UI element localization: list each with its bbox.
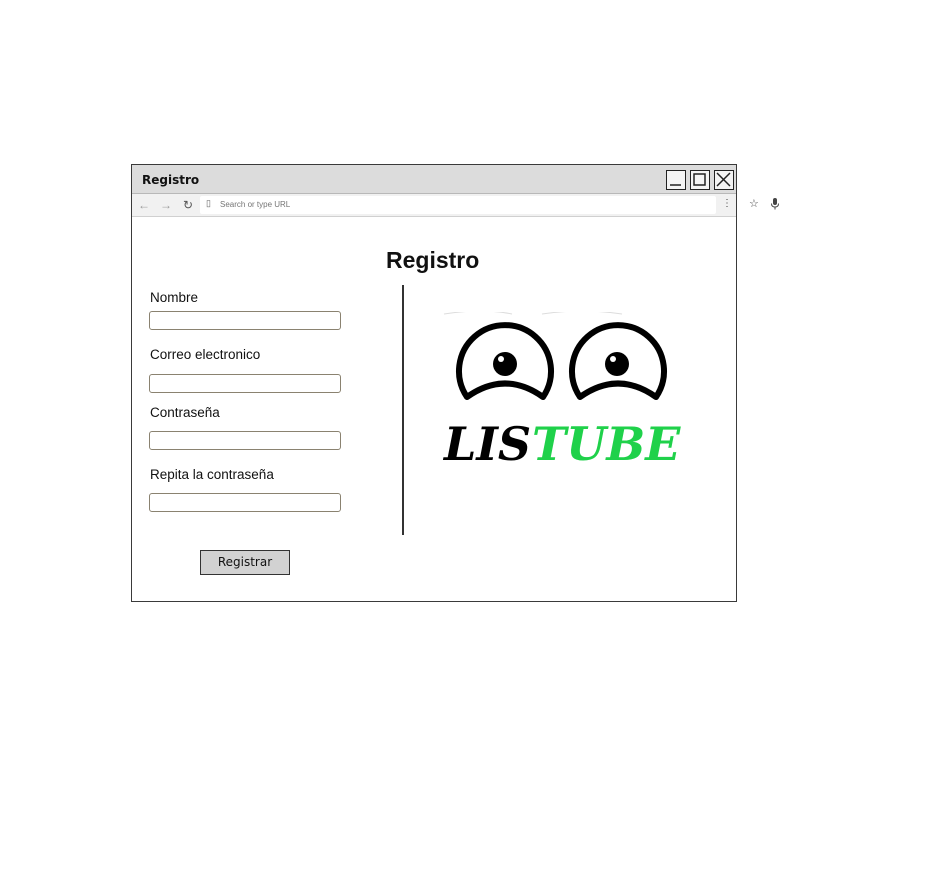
- microphone-icon[interactable]: [770, 197, 780, 216]
- minimize-icon: [670, 184, 681, 186]
- page-title: Registro: [386, 247, 480, 273]
- email-label: Correo electronico: [150, 347, 261, 362]
- logo-text-tube: TUBE: [532, 417, 681, 471]
- maximize-button[interactable]: [690, 170, 710, 190]
- register-button[interactable]: Registrar: [200, 550, 290, 575]
- arrow-left-icon[interactable]: ←: [136, 197, 152, 213]
- url-field: ▯ ☆: [200, 196, 779, 214]
- name-input[interactable]: [149, 311, 341, 330]
- browser-window: Registro ← → ↻ ▯ ☆ ⋮ Registro Nombre Cor…: [131, 164, 779, 602]
- listube-logo: LIS TUBE: [442, 312, 681, 471]
- page-content: Registro Nombre Correo electronico Contr…: [132, 217, 736, 601]
- minimize-button[interactable]: [666, 170, 686, 190]
- name-label: Nombre: [150, 290, 199, 305]
- reload-icon[interactable]: ↻: [180, 197, 196, 213]
- address-bar: ← → ↻ ▯ ☆ ⋮: [132, 194, 779, 217]
- url-input[interactable]: [220, 197, 660, 212]
- kebab-menu-icon[interactable]: ⋮: [722, 198, 732, 209]
- password-input[interactable]: [149, 431, 341, 450]
- vertical-divider: [402, 285, 404, 535]
- eyes-icon: [443, 312, 667, 400]
- password-label: Contraseña: [150, 405, 220, 420]
- close-icon: [716, 172, 731, 187]
- email-input[interactable]: [149, 374, 341, 393]
- page-icon: ▯: [206, 198, 211, 208]
- title-bar: Registro: [132, 165, 736, 194]
- close-button[interactable]: [714, 170, 734, 190]
- star-icon[interactable]: ☆: [749, 197, 759, 210]
- repeat-password-label: Repita la contraseña: [150, 467, 274, 482]
- logo-text-lis: LIS: [442, 417, 531, 471]
- window-title: Registro: [142, 173, 200, 187]
- maximize-icon: [693, 173, 706, 186]
- repeat-password-input[interactable]: [149, 493, 341, 512]
- arrow-right-icon[interactable]: →: [158, 197, 174, 213]
